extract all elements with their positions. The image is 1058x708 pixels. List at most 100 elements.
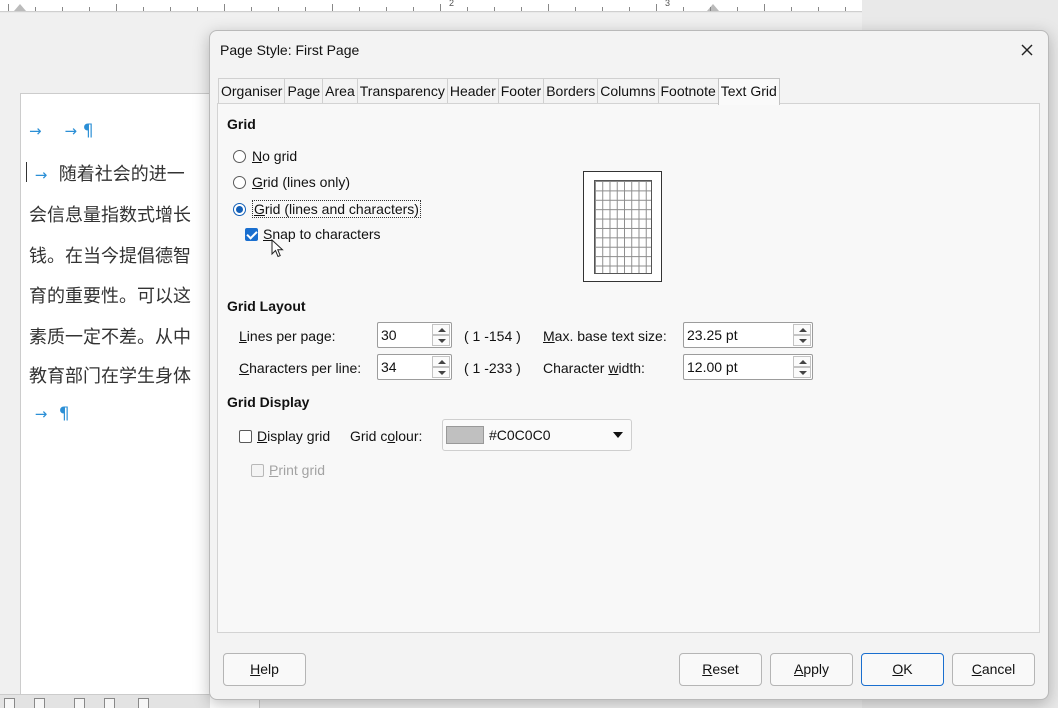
- checkbox-indicator: [245, 227, 258, 241]
- characters-per-line-spinner[interactable]: 34: [377, 354, 452, 380]
- spin-down-button[interactable]: [432, 367, 450, 378]
- tab-arrow-icon: →: [34, 166, 48, 184]
- horizontal-ruler[interactable]: 2 3: [0, 0, 862, 12]
- dialog-title: Page Style: First Page: [220, 42, 360, 58]
- ruler-tick: [764, 4, 765, 11]
- lines-per-page-spinner[interactable]: 30: [377, 322, 452, 348]
- grid-preview-image: [594, 180, 652, 274]
- status-icon[interactable]: [34, 698, 45, 708]
- colour-swatch: [446, 426, 484, 444]
- status-icon[interactable]: [4, 698, 15, 708]
- close-button[interactable]: [1016, 39, 1038, 61]
- status-icon[interactable]: [74, 698, 85, 708]
- radio-indicator: [233, 202, 246, 216]
- tab-footer[interactable]: Footer: [497, 78, 545, 103]
- ruler-tick: [575, 7, 576, 11]
- spin-up-button[interactable]: [432, 356, 450, 367]
- status-icon[interactable]: [104, 698, 115, 708]
- text-grid-panel: Grid No grid Grid (lines only) Grid (lin…: [217, 103, 1040, 633]
- ruler-tick: [656, 4, 657, 11]
- max-base-text-size-label: Max. base text size:: [543, 328, 667, 344]
- tab-borders[interactable]: Borders: [543, 78, 599, 103]
- grid-layout-heading: Grid Layout: [227, 298, 306, 314]
- ruler-tick: [224, 4, 225, 11]
- checkbox-label: Print grid: [269, 462, 326, 478]
- help-button[interactable]: Help: [223, 653, 306, 686]
- grid-colour-label: Grid colour:: [350, 428, 423, 444]
- ruler-tick: [35, 7, 36, 11]
- ruler-tick: [305, 7, 306, 11]
- spin-up-button[interactable]: [432, 324, 450, 335]
- spin-down-button[interactable]: [432, 335, 450, 346]
- tab-organiser[interactable]: Organiser: [218, 78, 286, 103]
- ruler-number: 3: [665, 0, 671, 8]
- page-style-dialog: Page Style: First Page Organiser Page Ar…: [209, 30, 1049, 700]
- colour-name: #C0C0C0: [489, 427, 551, 443]
- ruler-tick: [467, 7, 468, 11]
- print-grid-checkbox[interactable]: Print grid: [251, 462, 325, 478]
- reset-button[interactable]: Reset: [679, 653, 762, 686]
- tab-footnote[interactable]: Footnote: [657, 78, 719, 103]
- apply-button[interactable]: Apply: [770, 653, 853, 686]
- ruler-tick: [629, 7, 630, 11]
- spinner-value: 34: [381, 359, 397, 375]
- doc-line: → 随着社会的进一: [29, 160, 185, 186]
- spin-down-button[interactable]: [793, 367, 811, 378]
- text-cursor: [26, 162, 27, 182]
- radio-label: Grid (lines and characters): [252, 200, 421, 218]
- grid-lines-and-characters-radio[interactable]: Grid (lines and characters): [233, 200, 421, 218]
- spin-up-button[interactable]: [793, 356, 811, 367]
- doc-text: 钱。在当今提倡德智: [29, 246, 191, 267]
- pilcrow-icon: ¶: [58, 404, 70, 424]
- spinner-value: 30: [381, 327, 397, 343]
- status-icon[interactable]: [138, 698, 149, 708]
- ruler-tick: [413, 7, 414, 11]
- doc-line: 育的重要性。可以这: [29, 282, 191, 308]
- doc-line: 教育部门在学生身体: [29, 362, 191, 388]
- doc-text: 育的重要性。可以这: [29, 286, 191, 307]
- ruler-tick: [548, 4, 549, 11]
- ruler-tick: [89, 7, 90, 11]
- spin-up-button[interactable]: [793, 324, 811, 335]
- tab-area[interactable]: Area: [322, 78, 358, 103]
- ruler-tick: [116, 4, 117, 11]
- ruler-indent-marker[interactable]: [14, 4, 26, 11]
- tab-arrow-icon: →: [29, 122, 42, 140]
- ruler-tick: [602, 7, 603, 11]
- grid-heading: Grid: [227, 116, 256, 132]
- doc-line: → ¶: [29, 403, 70, 424]
- doc-line: 会信息量指数式增长: [29, 201, 191, 227]
- ruler-tick: [791, 7, 792, 11]
- tab-page[interactable]: Page: [284, 78, 324, 103]
- max-base-text-size-spinner[interactable]: 23.25 pt: [683, 322, 813, 348]
- ruler-right-margin-marker[interactable]: [707, 4, 719, 11]
- checkbox-indicator: [239, 429, 252, 443]
- ruler-tick: [197, 7, 198, 11]
- ok-button[interactable]: OK: [861, 653, 944, 686]
- character-width-spinner[interactable]: 12.00 pt: [683, 354, 813, 380]
- ruler-tick: [683, 7, 684, 11]
- grid-lines-only-radio[interactable]: Grid (lines only): [233, 174, 350, 190]
- lines-range-label: ( 1 -154 ): [464, 328, 521, 344]
- ruler-tick: [8, 4, 9, 11]
- tab-columns[interactable]: Columns: [597, 78, 659, 103]
- ruler-tick: [386, 7, 387, 11]
- spinner-value: 12.00 pt: [687, 359, 738, 375]
- display-grid-checkbox[interactable]: Display grid: [239, 428, 330, 444]
- spin-down-button[interactable]: [793, 335, 811, 346]
- characters-range-label: ( 1 -233 ): [464, 360, 521, 376]
- tab-header[interactable]: Header: [446, 78, 499, 103]
- character-width-label: Character width:: [543, 360, 645, 376]
- doc-text: 会信息量指数式增长: [29, 205, 191, 226]
- grid-colour-dropdown[interactable]: #C0C0C0: [442, 419, 632, 451]
- no-grid-radio[interactable]: No grid: [233, 148, 297, 164]
- ruler-tick: [278, 7, 279, 11]
- tab-text-grid[interactable]: Text Grid: [717, 78, 780, 105]
- ruler-tick: [845, 7, 846, 11]
- grid-preview: [583, 171, 662, 282]
- tab-transparency[interactable]: Transparency: [356, 78, 448, 103]
- cancel-button[interactable]: Cancel: [952, 653, 1035, 686]
- snap-to-characters-checkbox[interactable]: Snap to characters: [245, 226, 381, 242]
- doc-line: 素质一定不差。从中: [29, 323, 191, 349]
- chevron-down-icon: [613, 432, 623, 438]
